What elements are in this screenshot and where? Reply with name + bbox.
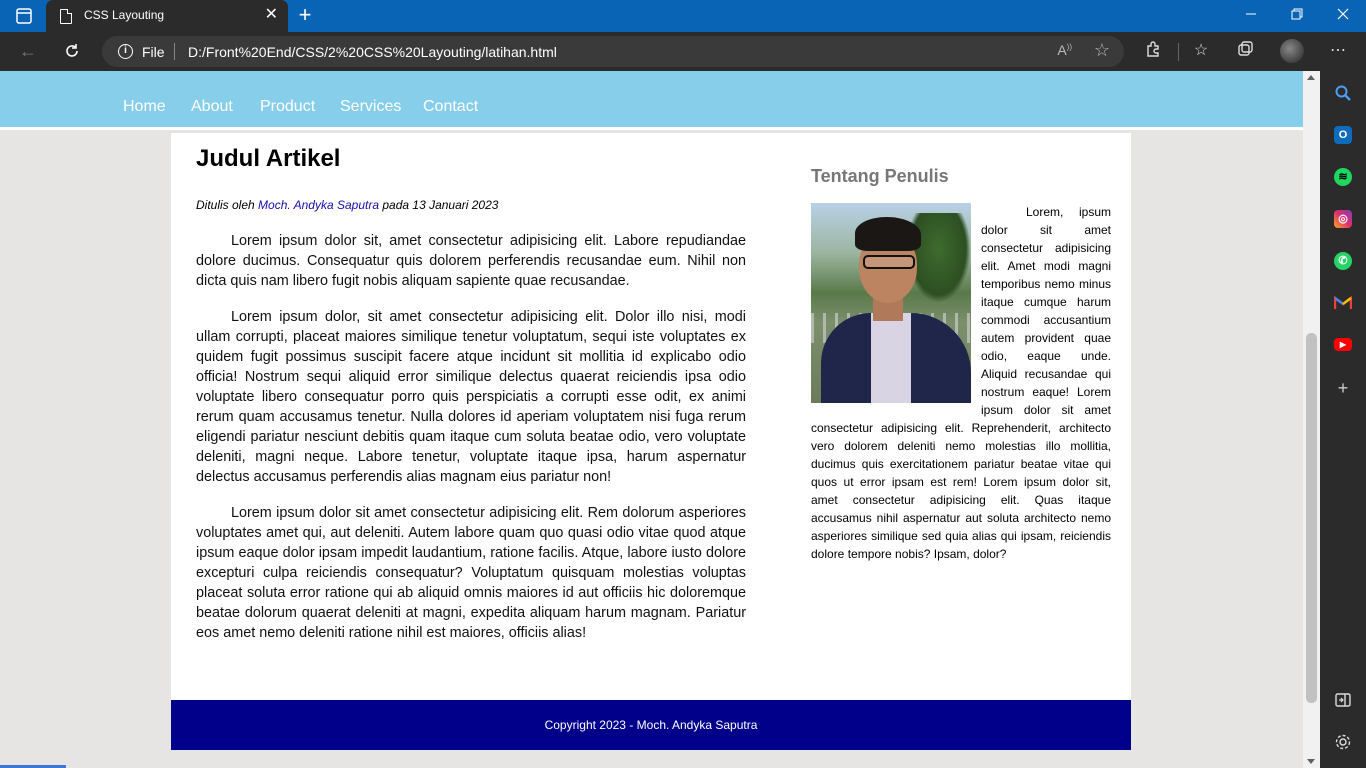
- extensions-icon[interactable]: [1142, 40, 1164, 65]
- minimize-icon[interactable]: [1241, 7, 1261, 23]
- url-scheme: File: [142, 44, 165, 60]
- nav-link-about[interactable]: About: [191, 98, 233, 116]
- nav-link-home[interactable]: Home: [123, 98, 166, 116]
- browser-tab[interactable]: CSS Layouting ✕: [46, 0, 288, 32]
- scroll-down-icon[interactable]: [1307, 759, 1315, 764]
- meta-suffix: pada 13 Januari 2023: [382, 198, 499, 212]
- nav-link-contact[interactable]: Contact: [423, 98, 478, 116]
- gmail-icon[interactable]: [1333, 294, 1353, 312]
- nav-link-services[interactable]: Services: [340, 98, 401, 116]
- edge-sidebar: O ≋ ◎ ✆ ▶ +: [1320, 71, 1366, 768]
- page-footer: Copyright 2023 - Moch. Andyka Saputra: [171, 700, 1131, 750]
- back-icon[interactable]: ←: [16, 40, 40, 62]
- address-divider: [174, 43, 175, 60]
- collections-icon[interactable]: [1234, 40, 1256, 65]
- page-icon: [60, 9, 72, 24]
- tab-title: CSS Layouting: [84, 8, 165, 22]
- spotify-icon[interactable]: ≋: [1334, 168, 1352, 186]
- tab-close-button[interactable]: ✕: [265, 6, 278, 24]
- instagram-icon[interactable]: ◎: [1334, 210, 1352, 228]
- youtube-icon[interactable]: ▶: [1334, 338, 1352, 351]
- read-aloud-icon[interactable]: A)): [1057, 42, 1072, 58]
- settings-icon[interactable]: [1334, 733, 1352, 751]
- page-container: Judul Artikel Ditulis oleh Moch. Andyka …: [171, 133, 1131, 700]
- favorites-icon[interactable]: ☆: [1190, 40, 1212, 62]
- more-icon[interactable]: ⋯: [1327, 40, 1349, 62]
- article: Judul Artikel Ditulis oleh Moch. Andyka …: [196, 145, 746, 643]
- search-icon[interactable]: [1334, 84, 1352, 102]
- tab-actions-icon[interactable]: [10, 6, 38, 26]
- restore-icon[interactable]: [1287, 7, 1307, 23]
- scrollbar-thumb[interactable]: [1306, 333, 1317, 703]
- author-link[interactable]: Moch. Andyka Saputra: [258, 198, 379, 212]
- outlook-icon[interactable]: O: [1334, 126, 1352, 144]
- nav-link-product[interactable]: Product: [260, 98, 315, 116]
- top-navigation: Home About Product Services Contact: [0, 71, 1303, 130]
- article-title: Judul Artikel: [196, 145, 341, 172]
- scroll-up-icon[interactable]: [1307, 75, 1315, 80]
- browser-toolbar: ← i File D:/Front%20End/CSS/2%20CSS%20La…: [0, 32, 1366, 71]
- author-photo: [811, 203, 971, 403]
- favorite-icon[interactable]: ☆: [1094, 40, 1110, 61]
- address-bar[interactable]: i File D:/Front%20End/CSS/2%20CSS%20Layo…: [102, 36, 1124, 67]
- add-icon[interactable]: +: [1334, 379, 1352, 397]
- article-paragraph: Lorem ipsum dolor sit, amet consectetur …: [196, 233, 746, 289]
- refresh-icon[interactable]: [60, 40, 84, 65]
- vertical-scrollbar[interactable]: [1303, 71, 1320, 768]
- close-icon[interactable]: [1333, 7, 1353, 23]
- author-bio: Lorem, ipsum dolor sit amet consectetur …: [811, 203, 1111, 563]
- author-sidebar: Tentang Penulis Lorem, ipsum dolor sit a…: [811, 165, 1111, 563]
- info-icon[interactable]: i: [118, 44, 133, 59]
- whatsapp-icon[interactable]: ✆: [1334, 252, 1352, 270]
- toolbar-divider: [1178, 43, 1179, 61]
- split-screen-icon[interactable]: [1334, 691, 1352, 709]
- new-tab-button[interactable]: +: [296, 3, 314, 27]
- article-meta: Ditulis oleh Moch. Andyka Saputra pada 1…: [196, 197, 746, 213]
- article-paragraph: Lorem ipsum dolor, sit amet consectetur …: [196, 309, 746, 485]
- article-paragraph: Lorem ipsum dolor sit amet consectetur a…: [196, 505, 746, 641]
- profile-icon[interactable]: [1280, 39, 1304, 63]
- meta-prefix: Ditulis oleh: [196, 198, 255, 212]
- url-text[interactable]: D:/Front%20End/CSS/2%20CSS%20Layouting/l…: [188, 44, 557, 60]
- title-bar: CSS Layouting ✕ +: [0, 0, 1366, 32]
- aside-title: Tentang Penulis: [811, 166, 949, 186]
- page-viewport: Home About Product Services Contact Judu…: [0, 71, 1303, 768]
